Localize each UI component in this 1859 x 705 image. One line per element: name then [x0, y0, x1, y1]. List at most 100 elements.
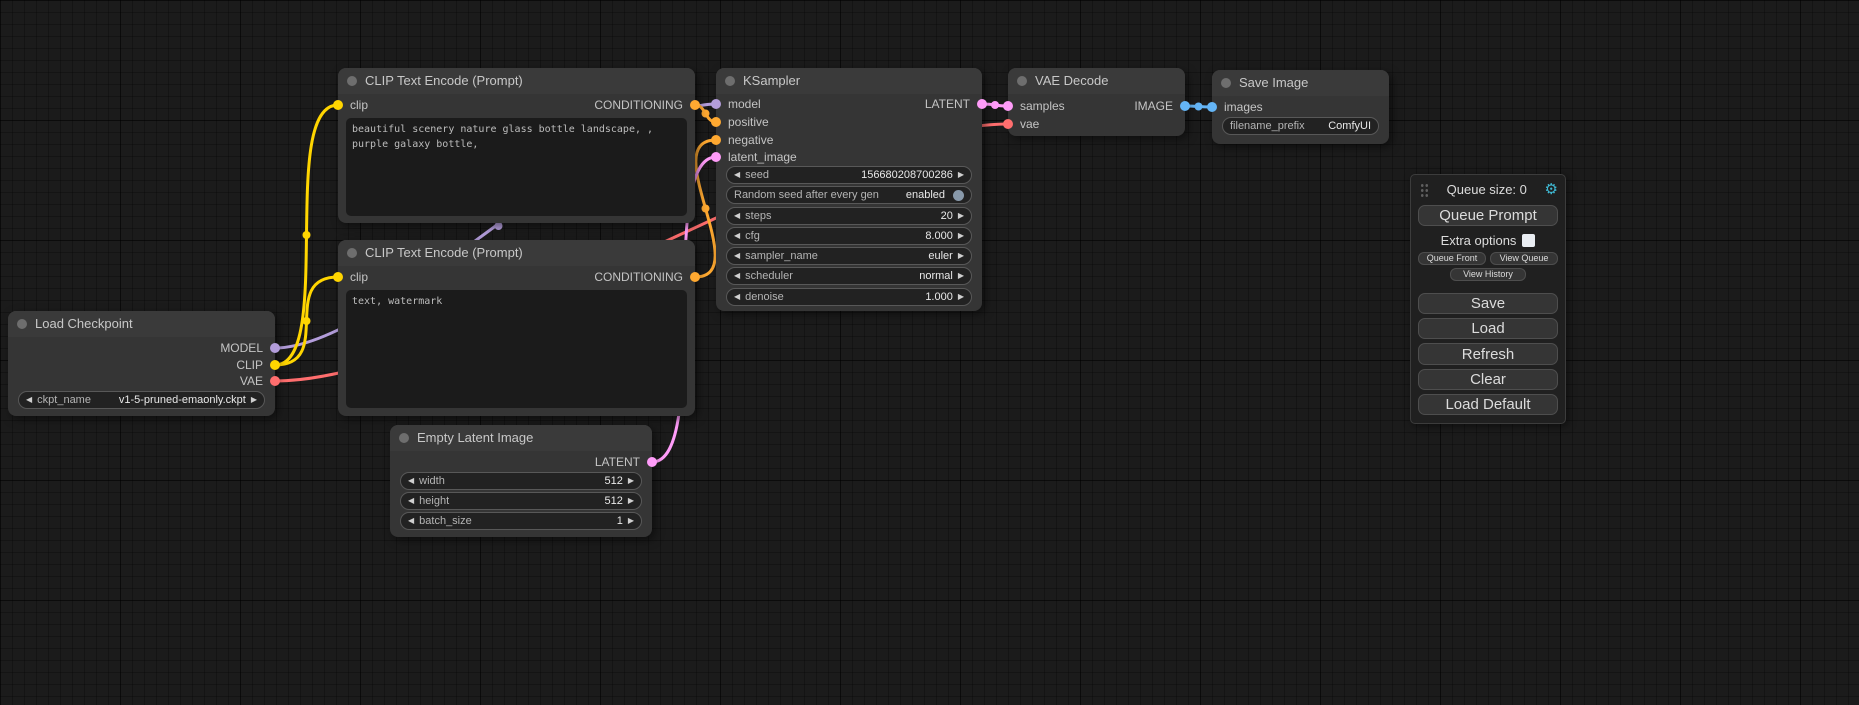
- combo-right-arrow-icon[interactable]: ▶: [958, 289, 964, 305]
- widget-value: 8.000: [765, 230, 953, 242]
- combo-left-arrow-icon[interactable]: ◀: [408, 493, 414, 509]
- node-title-bar[interactable]: CLIP Text Encode (Prompt): [338, 68, 695, 94]
- node-load-checkpoint[interactable]: Load Checkpoint MODEL CLIP VAE ◀ ckpt_na…: [8, 311, 275, 416]
- node-title-bar[interactable]: VAE Decode: [1008, 68, 1185, 94]
- widget-width[interactable]: ◀ width 512 ▶: [400, 472, 642, 490]
- refresh-button[interactable]: Refresh: [1418, 343, 1558, 364]
- slot-label: negative: [728, 133, 773, 147]
- settings-gear-icon[interactable]: ⚙: [1545, 182, 1558, 197]
- combo-left-arrow-icon[interactable]: ◀: [408, 513, 414, 529]
- widget-filename-prefix[interactable]: filename_prefix ComfyUI: [1222, 117, 1379, 135]
- widget-denoise[interactable]: ◀ denoise 1.000 ▶: [726, 288, 972, 306]
- widget-label: filename_prefix: [1230, 120, 1305, 132]
- widget-batch-size[interactable]: ◀ batch_size 1 ▶: [400, 512, 642, 530]
- widget-value: 512: [454, 495, 623, 507]
- widget-sampler-name[interactable]: ◀ sampler_name euler ▶: [726, 247, 972, 265]
- combo-left-arrow-icon[interactable]: ◀: [734, 289, 740, 305]
- input-socket-vae[interactable]: [1003, 119, 1013, 129]
- widget-ckpt-name[interactable]: ◀ ckpt_name v1-5-pruned-emaonly.ckpt ▶: [18, 391, 265, 409]
- load-button[interactable]: Load: [1418, 318, 1558, 339]
- combo-right-arrow-icon[interactable]: ▶: [628, 513, 634, 529]
- output-socket-latent[interactable]: [977, 99, 987, 109]
- collapse-dot-icon[interactable]: [347, 76, 357, 86]
- widget-seed[interactable]: ◀ seed 156680208700286 ▶: [726, 166, 972, 184]
- link-dot: [495, 222, 503, 230]
- input-socket-images[interactable]: [1207, 102, 1217, 112]
- input-socket-clip[interactable]: [333, 272, 343, 282]
- node-ksampler[interactable]: KSampler model positive negative latent_…: [716, 68, 982, 311]
- combo-left-arrow-icon[interactable]: ◀: [734, 268, 740, 284]
- combo-right-arrow-icon[interactable]: ▶: [628, 493, 634, 509]
- node-clip-text-encode-positive[interactable]: CLIP Text Encode (Prompt) clip CONDITION…: [338, 68, 695, 223]
- output-socket-latent[interactable]: [647, 457, 657, 467]
- input-socket-positive[interactable]: [711, 117, 721, 127]
- save-button[interactable]: Save: [1418, 293, 1558, 314]
- queue-size-label: Queue size: 0: [1429, 182, 1545, 197]
- combo-left-arrow-icon[interactable]: ◀: [408, 473, 414, 489]
- combo-right-arrow-icon[interactable]: ▶: [958, 248, 964, 264]
- combo-right-arrow-icon[interactable]: ▶: [958, 167, 964, 183]
- input-socket-clip[interactable]: [333, 100, 343, 110]
- combo-left-arrow-icon[interactable]: ◀: [734, 248, 740, 264]
- drag-handle-icon[interactable]: [1420, 182, 1429, 197]
- prompt-textarea[interactable]: text, watermark: [346, 290, 687, 408]
- collapse-dot-icon[interactable]: [399, 433, 409, 443]
- node-title-bar[interactable]: KSampler: [716, 68, 982, 94]
- extra-options-checkbox[interactable]: [1522, 234, 1535, 247]
- output-socket-vae[interactable]: [270, 376, 280, 386]
- widget-height[interactable]: ◀ height 512 ▶: [400, 492, 642, 510]
- node-graph-canvas[interactable]: Load Checkpoint MODEL CLIP VAE ◀ ckpt_na…: [0, 0, 1859, 705]
- slot-label: MODEL: [220, 341, 263, 355]
- node-save-image[interactable]: Save Image images filename_prefix ComfyU…: [1212, 70, 1389, 144]
- combo-left-arrow-icon[interactable]: ◀: [734, 167, 740, 183]
- output-slot-conditioning: CONDITIONING: [594, 96, 700, 114]
- combo-left-arrow-icon[interactable]: ◀: [26, 392, 32, 408]
- node-title-bar[interactable]: CLIP Text Encode (Prompt): [338, 240, 695, 266]
- widget-steps[interactable]: ◀ steps 20 ▶: [726, 207, 972, 225]
- view-queue-button[interactable]: View Queue: [1490, 252, 1558, 265]
- node-title-bar[interactable]: Empty Latent Image: [390, 425, 652, 451]
- input-socket-negative[interactable]: [711, 135, 721, 145]
- prompt-textarea[interactable]: beautiful scenery nature glass bottle la…: [346, 118, 687, 216]
- queue-front-button[interactable]: Queue Front: [1418, 252, 1486, 265]
- node-title-bar[interactable]: Save Image: [1212, 70, 1389, 96]
- widget-random-seed-toggle[interactable]: Random seed after every gen enabled: [726, 186, 972, 204]
- combo-right-arrow-icon[interactable]: ▶: [958, 208, 964, 224]
- combo-right-arrow-icon[interactable]: ▶: [628, 473, 634, 489]
- combo-left-arrow-icon[interactable]: ◀: [734, 228, 740, 244]
- combo-right-arrow-icon[interactable]: ▶: [958, 228, 964, 244]
- output-socket-model[interactable]: [270, 343, 280, 353]
- collapse-dot-icon[interactable]: [725, 76, 735, 86]
- node-clip-text-encode-negative[interactable]: CLIP Text Encode (Prompt) clip CONDITION…: [338, 240, 695, 416]
- collapse-dot-icon[interactable]: [1221, 78, 1231, 88]
- input-socket-model[interactable]: [711, 99, 721, 109]
- queue-prompt-button[interactable]: Queue Prompt: [1418, 205, 1558, 226]
- output-slot-conditioning: CONDITIONING: [594, 268, 700, 286]
- clear-button[interactable]: Clear: [1418, 369, 1558, 390]
- output-socket-image[interactable]: [1180, 101, 1190, 111]
- toggle-knob-icon[interactable]: [953, 190, 964, 201]
- combo-right-arrow-icon[interactable]: ▶: [251, 392, 257, 408]
- load-default-button[interactable]: Load Default: [1418, 394, 1558, 415]
- view-history-button[interactable]: View History: [1450, 268, 1526, 281]
- input-socket-latent-image[interactable]: [711, 152, 721, 162]
- output-socket-conditioning[interactable]: [690, 100, 700, 110]
- widget-cfg[interactable]: ◀ cfg 8.000 ▶: [726, 227, 972, 245]
- widget-scheduler[interactable]: ◀ scheduler normal ▶: [726, 267, 972, 285]
- node-title-bar[interactable]: Load Checkpoint: [8, 311, 275, 337]
- slot-label: IMAGE: [1134, 99, 1173, 113]
- widget-label: denoise: [745, 291, 784, 303]
- node-empty-latent-image[interactable]: Empty Latent Image LATENT ◀ width 512 ▶ …: [390, 425, 652, 537]
- input-socket-samples[interactable]: [1003, 101, 1013, 111]
- collapse-dot-icon[interactable]: [17, 319, 27, 329]
- input-slot-negative: negative: [711, 131, 773, 149]
- combo-right-arrow-icon[interactable]: ▶: [958, 268, 964, 284]
- node-vae-decode[interactable]: VAE Decode samples vae IMAGE: [1008, 68, 1185, 136]
- collapse-dot-icon[interactable]: [1017, 76, 1027, 86]
- input-slot-clip: clip: [333, 96, 368, 114]
- collapse-dot-icon[interactable]: [347, 248, 357, 258]
- output-socket-conditioning[interactable]: [690, 272, 700, 282]
- combo-left-arrow-icon[interactable]: ◀: [734, 208, 740, 224]
- widget-label: ckpt_name: [37, 394, 91, 406]
- output-socket-clip[interactable]: [270, 360, 280, 370]
